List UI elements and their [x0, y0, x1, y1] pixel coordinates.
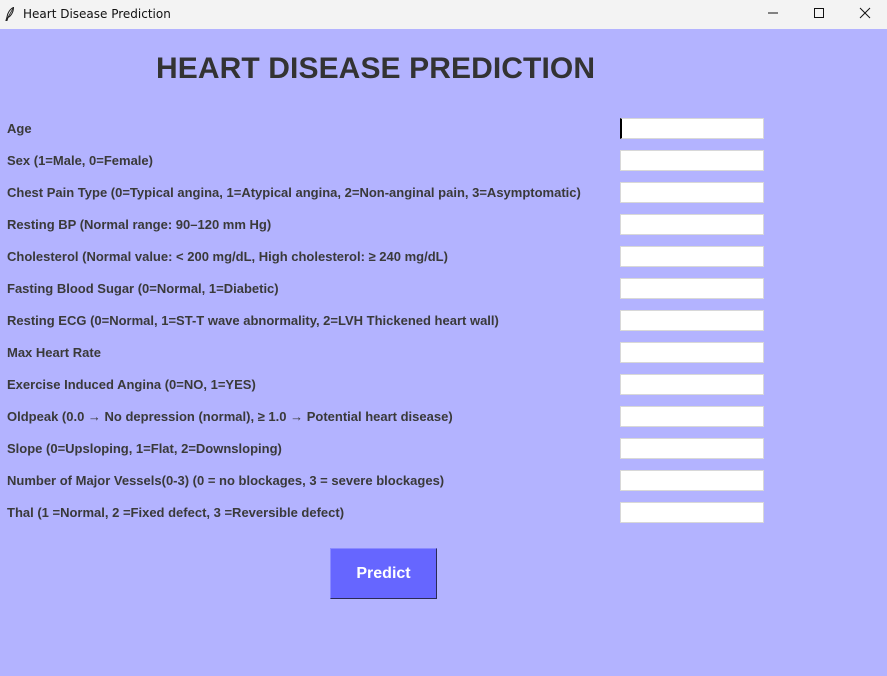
label-resting-bp: Resting BP (Normal range: 90–120 mm Hg) — [7, 217, 272, 232]
label-oldpeak: Oldpeak (0.0 → No depression (normal), ≥… — [7, 409, 453, 424]
label-slope: Slope (0=Upsloping, 1=Flat, 2=Downslopin… — [7, 441, 282, 456]
maximize-icon — [813, 6, 825, 24]
maximize-button[interactable] — [796, 0, 842, 29]
label-chest-pain-type: Chest Pain Type (0=Typical angina, 1=Aty… — [7, 185, 581, 200]
label-cholesterol: Cholesterol (Normal value: < 200 mg/dL, … — [7, 249, 448, 264]
app-window: Heart Disease Prediction HEART DISEASE P… — [0, 0, 887, 676]
minimize-icon — [767, 6, 779, 24]
minimize-button[interactable] — [750, 0, 796, 29]
close-button[interactable] — [842, 0, 887, 29]
chest-pain-type-input[interactable] — [620, 182, 764, 203]
major-vessels-input[interactable] — [620, 470, 764, 491]
sex-input[interactable] — [620, 150, 764, 171]
label-sex: Sex (1=Male, 0=Female) — [7, 153, 153, 168]
title-bar[interactable]: Heart Disease Prediction — [0, 0, 887, 29]
feather-icon — [5, 6, 15, 21]
label-exercise-induced-angina: Exercise Induced Angina (0=NO, 1=YES) — [7, 377, 256, 392]
page-title: HEART DISEASE PREDICTION — [156, 52, 596, 85]
predict-button[interactable]: Predict — [330, 548, 437, 599]
age-input[interactable] — [620, 118, 764, 139]
label-major-vessels: Number of Major Vessels(0-3) (0 = no blo… — [7, 473, 445, 488]
resting-ecg-input[interactable] — [620, 310, 764, 331]
slope-input[interactable] — [620, 438, 764, 459]
exercise-induced-angina-input[interactable] — [620, 374, 764, 395]
thal-input[interactable] — [620, 502, 764, 523]
fasting-blood-sugar-input[interactable] — [620, 278, 764, 299]
label-resting-ecg: Resting ECG (0=Normal, 1=ST-T wave abnor… — [7, 313, 499, 328]
resting-bp-input[interactable] — [620, 214, 764, 235]
window-title: Heart Disease Prediction — [23, 7, 171, 21]
label-thal: Thal (1 =Normal, 2 =Fixed defect, 3 =Rev… — [7, 505, 345, 520]
label-max-heart-rate: Max Heart Rate — [7, 345, 101, 360]
oldpeak-input[interactable] — [620, 406, 764, 427]
label-age: Age — [7, 121, 32, 136]
close-icon — [859, 6, 871, 24]
label-fasting-blood-sugar: Fasting Blood Sugar (0=Normal, 1=Diabeti… — [7, 281, 279, 296]
max-heart-rate-input[interactable] — [620, 342, 764, 363]
cholesterol-input[interactable] — [620, 246, 764, 267]
